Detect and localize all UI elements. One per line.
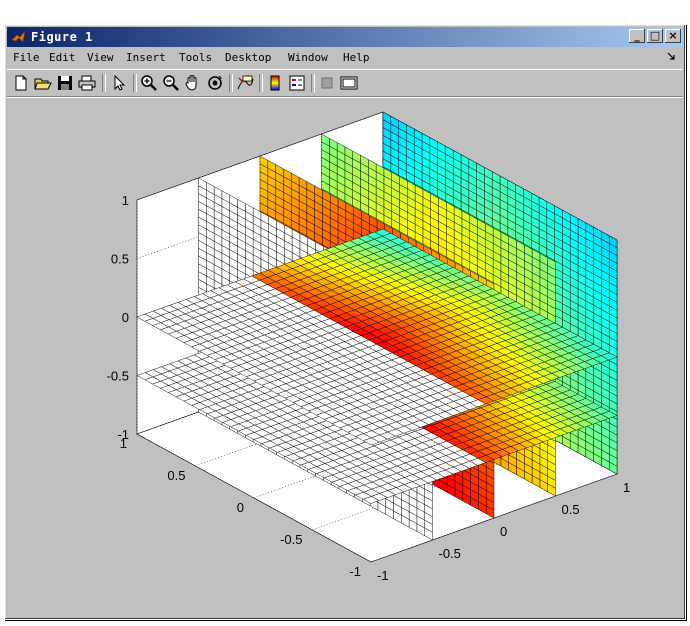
toolbar-separator — [133, 74, 137, 92]
figure-canvas[interactable]: -1 -0.5 0 0.5 1 -1 -0.5 0 0.5 1 -1 -0.5 0 0.5 1 — [7, 97, 683, 618]
menu-view[interactable]: View — [87, 51, 114, 64]
slice-plot-axes[interactable]: -1-0.500.51-1-0.500.51-1-0.500.51 — [7, 98, 683, 618]
title-bar[interactable]: Figure 1 _ □ × — [7, 27, 683, 47]
edit-plot-arrow-icon[interactable] — [109, 73, 129, 93]
menu-window[interactable]: Window — [288, 51, 328, 64]
toolbar-separator — [229, 74, 233, 92]
save-icon[interactable] — [55, 73, 75, 93]
menu-bar: File Edit View Insert Tools Desktop Wind… — [7, 49, 683, 67]
insert-legend-icon[interactable] — [287, 73, 307, 93]
open-file-icon[interactable] — [33, 73, 53, 93]
show-plot-tools-icon[interactable] — [339, 73, 359, 93]
window-title: Figure 1 — [31, 30, 93, 44]
menu-help[interactable]: Help — [343, 51, 370, 64]
toolbar-separator — [311, 74, 315, 92]
menu-desktop[interactable]: Desktop — [225, 51, 271, 64]
figure-window: Figure 1 _ □ × File Edit View Insert Too… — [4, 24, 686, 620]
print-icon[interactable] — [77, 73, 97, 93]
zoom-in-icon[interactable] — [139, 73, 159, 93]
new-figure-icon[interactable] — [11, 73, 31, 93]
toolbar-separator — [102, 74, 106, 92]
menu-tools[interactable]: Tools — [179, 51, 212, 64]
minimize-button[interactable]: _ — [629, 29, 645, 43]
menu-edit[interactable]: Edit — [49, 51, 76, 64]
pan-hand-icon[interactable] — [183, 73, 203, 93]
matlab-logo-icon — [11, 29, 27, 45]
toolbar-separator — [259, 74, 263, 92]
figure-toolbar — [7, 69, 683, 97]
maximize-button[interactable]: □ — [647, 29, 663, 43]
zoom-out-icon[interactable] — [161, 73, 181, 93]
menu-insert[interactable]: Insert — [126, 51, 166, 64]
close-button[interactable]: × — [665, 29, 681, 43]
data-cursor-icon[interactable] — [235, 73, 255, 93]
dock-arrow-icon[interactable] — [667, 50, 675, 63]
rotate-3d-icon[interactable] — [205, 73, 225, 93]
menu-file[interactable]: File — [13, 51, 40, 64]
hide-plot-tools-icon[interactable] — [317, 73, 337, 93]
insert-colorbar-icon[interactable] — [265, 73, 285, 93]
